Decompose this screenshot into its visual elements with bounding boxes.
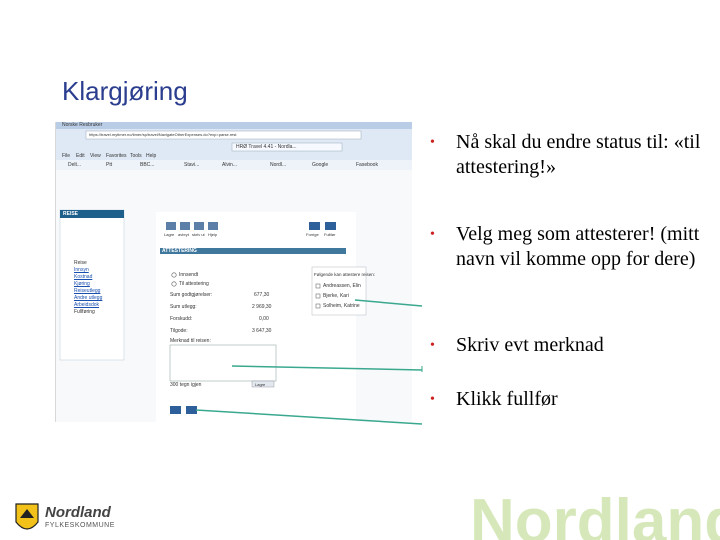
toolbar-fullfor[interactable]: Fullfør xyxy=(324,232,335,237)
bottom-previous-icon[interactable] xyxy=(170,406,181,414)
bullet-text-3: Skriv evt merknad xyxy=(456,334,604,356)
slide-title: Klargjøring xyxy=(62,76,188,106)
menu-tools[interactable]: Tools xyxy=(130,153,142,159)
bullet-item-4: • Klikk fullfør xyxy=(428,387,558,412)
bullet-item-3: • Skriv evt merknad xyxy=(428,333,604,358)
bullet-dot-icon: • xyxy=(430,338,435,353)
left-panel xyxy=(59,209,125,361)
toolbar-skriv-ut[interactable]: skriv ut xyxy=(192,232,205,237)
previous-icon[interactable] xyxy=(309,222,320,230)
left-link-fullforing[interactable]: Fullføring xyxy=(74,309,95,315)
char-counter: 300 tegn igjen xyxy=(170,382,202,388)
left-link-arbeidsdok[interactable]: Arbeidsdok xyxy=(74,302,99,308)
summary-label-3: Forskudd: xyxy=(170,316,193,322)
attester-2[interactable]: Bjerke, Kari xyxy=(323,293,349,299)
left-link-kjoring[interactable]: Kjøring xyxy=(74,281,90,287)
print-icon[interactable] xyxy=(194,222,204,230)
bullet-dot-icon: • xyxy=(430,392,435,407)
summary-value-4: 3 647,30 xyxy=(252,328,272,334)
logo-name: Nordland xyxy=(45,504,111,521)
fav-7[interactable]: Google xyxy=(312,162,328,168)
browser-title: Norske Resbruker xyxy=(62,122,103,128)
attester-1[interactable]: Andreassen, Elin xyxy=(323,283,361,289)
summary-label-4: Tilgode: xyxy=(170,328,188,334)
section-header: ATTESTERING xyxy=(162,248,197,254)
small-save-label[interactable]: Lagre xyxy=(255,382,265,387)
summary-value-2: 2 969,30 xyxy=(252,304,272,310)
menu-view[interactable]: View xyxy=(90,153,101,159)
embedded-screenshot: Norske Resbruker https://travel.mytimer.… xyxy=(55,122,412,422)
left-link-reiseutlegg[interactable]: Reiseutlegg xyxy=(74,288,100,294)
bullet-item-2: • Velg meg som attesterer! (mitt navn vi… xyxy=(428,222,713,272)
fav-1[interactable]: Delt... xyxy=(68,162,81,168)
address-text: https://travel.mytimer.no/timer/sp/trave… xyxy=(89,132,237,137)
bullet-text-1: Nå skal du endre status til: «til attest… xyxy=(456,131,701,178)
bottom-finish-icon[interactable] xyxy=(186,406,197,414)
footer-watermark: Nordland xyxy=(470,492,720,540)
toolbar-avbryt[interactable]: avbryt xyxy=(178,232,189,237)
summary-label-2: Sum utlegg: xyxy=(170,304,197,310)
menu-favorites[interactable]: Favorites xyxy=(106,153,127,159)
toolbar-forrige[interactable]: Forrige xyxy=(306,232,319,237)
browser-titlebar xyxy=(56,122,412,129)
attester-header: Følgende kan attestere reisen: xyxy=(314,272,376,277)
menu-file[interactable]: File xyxy=(62,153,70,159)
merknad-label: Merknad til reisen: xyxy=(170,338,211,344)
save-icon[interactable] xyxy=(166,222,176,230)
attester-checkbox-1[interactable] xyxy=(315,283,321,289)
toolbar-hjelp[interactable]: Hjelp xyxy=(208,232,217,237)
bullet-item-1: • Nå skal du endre status til: «til atte… xyxy=(428,130,713,180)
nordland-shield-icon xyxy=(15,503,39,530)
left-link-andre-utlegg[interactable]: Andre utlegg xyxy=(74,295,102,301)
bullet-dot-icon: • xyxy=(430,227,435,242)
left-link-innsyn[interactable]: Innsyn xyxy=(74,267,89,273)
browser-tab-label[interactable]: HRØ Travel 4.41 - Nordla... xyxy=(236,144,297,150)
fav-3[interactable]: BBC... xyxy=(140,162,154,168)
logo-sub: FYLKESKOMMUNE xyxy=(45,522,115,529)
radio-innsendt-label: Innsendt xyxy=(179,272,199,278)
fav-6[interactable]: Nordl... xyxy=(270,162,286,168)
left-link-kostnad[interactable]: Kostnad xyxy=(74,274,92,280)
attester-checkbox-2[interactable] xyxy=(315,293,321,299)
finish-icon[interactable] xyxy=(325,222,336,230)
left-panel-header: REISE xyxy=(63,211,79,217)
radio-innsendt[interactable] xyxy=(171,272,177,278)
summary-label-1: Sum godtgjørelser: xyxy=(170,292,213,298)
radio-til-attestering[interactable] xyxy=(171,281,177,287)
attester-checkbox-3[interactable] xyxy=(315,303,321,309)
left-link-reise[interactable]: Reise xyxy=(74,260,87,266)
fav-4[interactable]: Stavi... xyxy=(184,162,199,168)
fav-8[interactable]: Fasebook xyxy=(356,162,378,168)
menu-help[interactable]: Help xyxy=(146,153,156,159)
bullet-dot-icon: • xyxy=(430,135,435,150)
toolbar-lagre[interactable]: Lagre xyxy=(164,232,174,237)
fav-5[interactable]: Alvin... xyxy=(222,162,237,168)
cancel-icon[interactable] xyxy=(180,222,190,230)
bullet-text-2: Velg meg som attesterer! (mitt navn vil … xyxy=(456,223,700,270)
merknad-textarea[interactable] xyxy=(169,344,277,382)
help-icon[interactable] xyxy=(208,222,218,230)
summary-value-3: 0,00 xyxy=(259,316,269,322)
bullet-text-4: Klikk fullfør xyxy=(456,388,558,410)
summary-value-1: 677,30 xyxy=(254,292,270,298)
fav-2[interactable]: Ptt xyxy=(106,162,112,168)
attester-3[interactable]: Solheim, Katrine xyxy=(323,303,360,309)
radio-til-attestering-label: Til attestering xyxy=(179,281,209,287)
menu-edit[interactable]: Edit xyxy=(76,153,85,159)
